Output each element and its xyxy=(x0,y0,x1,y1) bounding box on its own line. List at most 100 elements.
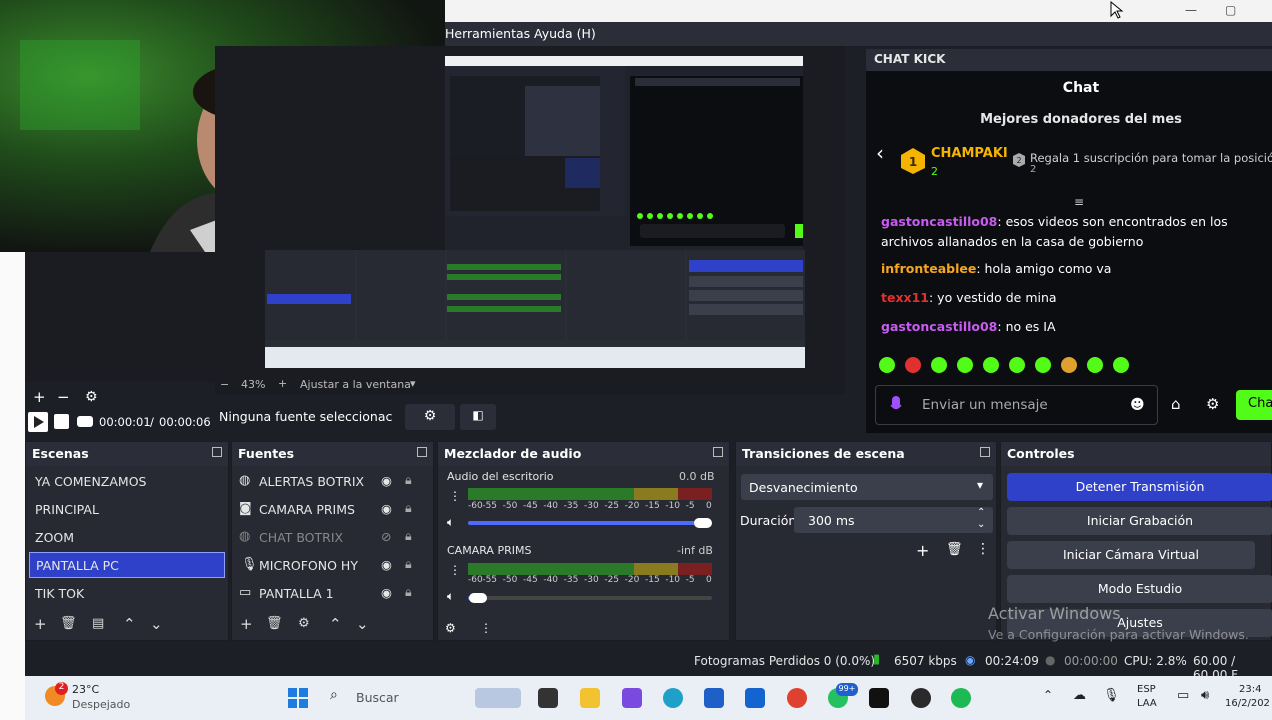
minimize-icon[interactable]: — xyxy=(1185,3,1197,17)
speaker-icon[interactable]: 🔈︎ xyxy=(447,515,454,530)
zoom-in-icon[interactable]: + xyxy=(278,377,287,390)
volume-slider[interactable] xyxy=(468,518,712,528)
chevron-down-icon[interactable]: ▾ xyxy=(410,377,416,390)
scene-item[interactable]: TIK TOK xyxy=(29,581,225,607)
eye-icon[interactable]: ◉ xyxy=(381,585,392,600)
menu-help[interactable]: Ayuda (H) xyxy=(534,26,596,41)
filters-button[interactable]: ◧ xyxy=(460,404,496,430)
duration-input[interactable]: 300 ms ⌃ ⌄ xyxy=(794,507,993,533)
source-item[interactable]: ▭ PANTALLA 1 ◉ 🔒︎ xyxy=(235,581,431,607)
scene-item-selected[interactable]: PANTALLA PC xyxy=(29,552,225,578)
volume-icon[interactable]: 🔊︎ xyxy=(1201,688,1209,703)
language-line2[interactable]: LAA xyxy=(1137,698,1157,709)
volume-knob[interactable] xyxy=(468,593,487,603)
mixer-settings-icon[interactable]: ⚙ xyxy=(445,621,456,635)
gear-icon[interactable]: ⚙ xyxy=(1206,395,1219,413)
source-item[interactable]: ◙ CAMARA PRIMS ◉ 🔒︎ xyxy=(235,497,431,523)
windows-start-icon[interactable] xyxy=(288,688,308,708)
volume-knob[interactable] xyxy=(694,518,712,528)
send-chat-button[interactable]: Cha xyxy=(1236,390,1272,420)
lock-icon[interactable]: 🔒︎ xyxy=(405,528,412,544)
clock-date[interactable]: 16/2/202 xyxy=(1225,698,1270,709)
add-transition-icon[interactable]: + xyxy=(916,541,929,560)
fit-window-label[interactable]: Ajustar a la ventana xyxy=(300,378,411,391)
microphone-icon[interactable]: 🎙︎ xyxy=(1103,688,1120,703)
chat-username[interactable]: gastoncastillo08 xyxy=(881,214,997,229)
clock-time[interactable]: 23:4 xyxy=(1239,684,1261,695)
microphone-icon[interactable] xyxy=(890,396,902,414)
trash-icon[interactable]: 🗑 xyxy=(266,616,283,631)
outlook-icon[interactable] xyxy=(745,688,765,708)
language-line1[interactable]: ESP xyxy=(1137,684,1156,695)
lock-icon[interactable]: 🔒︎ xyxy=(405,500,412,516)
start-record-button[interactable]: Iniciar Grabación xyxy=(1007,507,1272,535)
maximize-icon[interactable]: ▢ xyxy=(1225,3,1236,17)
source-item[interactable]: 🎙︎ MICROFONO HY ◉ 🔒︎ xyxy=(235,553,431,579)
chevron-left-icon[interactable]: ‹ xyxy=(876,141,884,165)
add-source-icon[interactable]: + xyxy=(240,615,253,633)
kebab-icon[interactable]: ⋮ xyxy=(449,563,461,577)
taskbar-search[interactable]: ⌕ Buscar xyxy=(325,684,525,712)
stepper-down-icon[interactable]: ⌄ xyxy=(977,519,985,530)
add-scene-icon[interactable]: + xyxy=(34,615,47,633)
source-item-hidden[interactable]: ◍ CHAT BOTRIX ⊘ 🔒︎ xyxy=(235,525,431,551)
chat-username[interactable]: texx11 xyxy=(881,290,929,305)
gear-icon[interactable]: ⚙ xyxy=(85,389,98,405)
eye-hidden-icon[interactable]: ⊘ xyxy=(381,529,391,544)
speaker-icon[interactable]: 🔈︎ xyxy=(447,589,454,604)
volume-slider[interactable] xyxy=(468,593,712,603)
spotify-icon[interactable] xyxy=(951,688,971,708)
eye-icon[interactable]: ◉ xyxy=(381,557,392,572)
properties-gear-button[interactable]: ⚙ xyxy=(405,404,455,430)
move-up-icon[interactable]: ⌃ xyxy=(329,615,342,633)
stop-stream-button[interactable]: Detener Transmisión xyxy=(1007,473,1272,501)
chevron-up-icon[interactable]: ⌃ xyxy=(1043,688,1053,702)
kebab-icon[interactable]: ⋮ xyxy=(480,621,492,635)
office-icon[interactable] xyxy=(622,688,642,708)
lock-icon[interactable]: 🔒︎ xyxy=(405,472,412,488)
start-virtual-camera-button[interactable]: Iniciar Cámara Virtual xyxy=(1007,541,1255,569)
filter-icon[interactable]: ▤ xyxy=(92,616,104,631)
kebab-icon[interactable]: ⋮ xyxy=(449,489,461,503)
cloud-icon[interactable]: ☁ xyxy=(1073,688,1086,703)
undock-icon[interactable] xyxy=(713,447,723,457)
eye-icon[interactable]: ◉ xyxy=(381,501,392,516)
remove-icon[interactable]: − xyxy=(57,388,70,406)
emoji-icon[interactable]: ☻ xyxy=(1130,397,1145,413)
edge-icon[interactable] xyxy=(663,688,683,708)
store-icon[interactable] xyxy=(704,688,724,708)
stepper-up-icon[interactable]: ⌃ xyxy=(977,507,985,518)
source-item[interactable]: ◍ ALERTAS BOTRIX ◉ 🔒︎ xyxy=(235,469,431,495)
eye-icon[interactable]: ◉ xyxy=(381,473,392,488)
menu-tools[interactable]: Herramientas xyxy=(445,26,530,41)
chat-username[interactable]: gastoncastillo08 xyxy=(881,319,997,334)
add-icon[interactable]: + xyxy=(33,388,46,406)
kebab-icon[interactable]: ⋮ xyxy=(976,541,990,557)
chrome-icon[interactable] xyxy=(787,688,807,708)
lock-icon[interactable]: 🔒︎ xyxy=(405,556,412,572)
undock-icon[interactable] xyxy=(417,447,427,457)
lock-icon[interactable]: 🔒︎ xyxy=(405,584,412,600)
chat-input[interactable]: Enviar un mensaje ☻ xyxy=(875,385,1158,425)
play-button[interactable] xyxy=(28,412,48,432)
progress-knob[interactable] xyxy=(77,416,93,427)
obs-icon[interactable] xyxy=(911,688,931,708)
gear-icon[interactable]: ⚙ xyxy=(298,616,310,631)
move-down-icon[interactable]: ⌄ xyxy=(356,615,369,633)
task-view-icon[interactable] xyxy=(538,688,558,708)
trash-icon[interactable]: 🗑 xyxy=(946,542,963,557)
network-icon[interactable]: ▭ xyxy=(1177,688,1189,703)
undock-icon[interactable] xyxy=(980,447,990,457)
trash-icon[interactable]: 🗑 xyxy=(60,616,77,631)
scene-item[interactable]: ZOOM xyxy=(29,525,225,551)
zoom-out-icon[interactable]: − xyxy=(220,378,229,391)
expand-handle-icon[interactable]: ≡ xyxy=(1074,195,1084,209)
chat-username[interactable]: infronteablee xyxy=(881,261,976,276)
transition-select[interactable]: Desvanecimiento ▾ xyxy=(741,474,993,500)
scene-item[interactable]: YA COMENZAMOS xyxy=(29,469,225,495)
undock-icon[interactable] xyxy=(212,447,222,457)
scene-item[interactable]: PRINCIPAL xyxy=(29,497,225,523)
capcut-icon[interactable] xyxy=(869,688,889,708)
stop-button[interactable] xyxy=(54,414,69,429)
studio-mode-button[interactable]: Modo Estudio xyxy=(1007,575,1272,603)
